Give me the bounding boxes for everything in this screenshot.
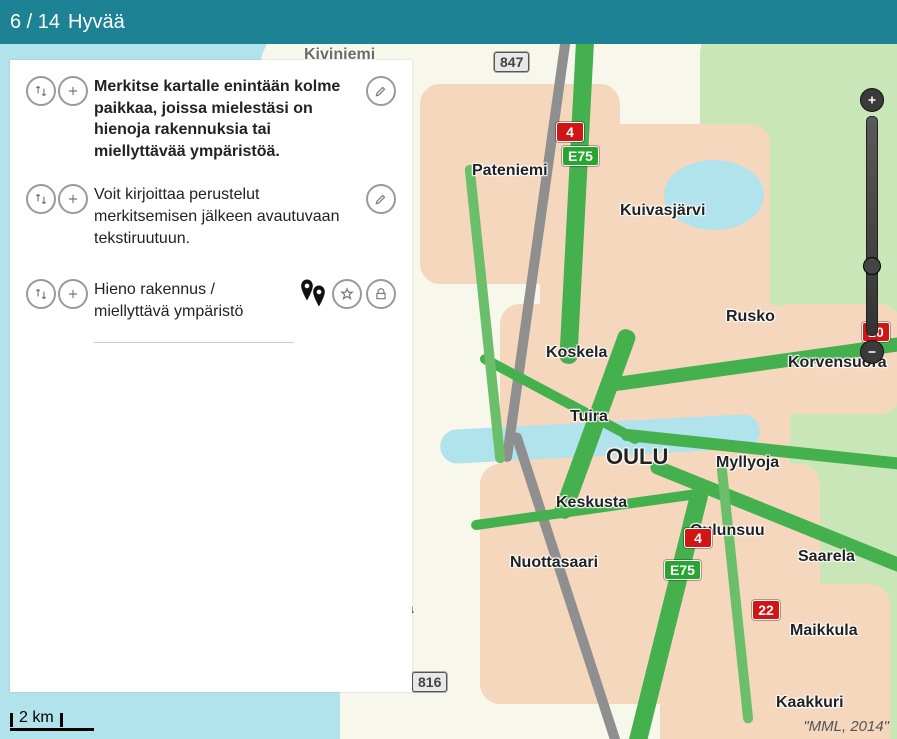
panel-row-instruction-2: Voit kirjoittaa perustelut merkitsemisen… [26, 184, 396, 249]
map-canvas[interactable]: Kiviniemi Pateniemi Kuivasjärvi Rusko Ko… [0, 44, 897, 739]
sort-icon[interactable] [26, 184, 56, 214]
panel-row-instruction-1: Merkitse kartalle enintään kolme paikkaa… [26, 76, 396, 162]
road-shield: 22 [752, 600, 780, 620]
app-root: 6 / 14 Hyvää [0, 0, 897, 739]
lock-icon[interactable] [366, 279, 396, 309]
edit-icon[interactable] [366, 76, 396, 106]
edit-icon[interactable] [366, 184, 396, 214]
map-label: Keskusta [556, 494, 627, 512]
map-label: Rusko [726, 308, 775, 326]
map-label: Pateniemi [472, 162, 548, 180]
page-title: Hyvää [68, 11, 125, 34]
instruction-text: Merkitse kartalle enintään kolme paikkaa… [94, 76, 360, 162]
road-shield: E75 [562, 146, 599, 166]
instruction-text: Voit kirjoittaa perustelut merkitsemisen… [94, 184, 360, 249]
road-shield: 847 [494, 52, 529, 72]
map-label: Myllyoja [716, 454, 779, 472]
zoom-in-button[interactable] [860, 88, 884, 112]
star-icon[interactable] [332, 279, 362, 309]
zoom-slider-track[interactable] [866, 116, 878, 336]
panel-row-marker-tool: Hieno rakennus / miellyttävä ympäristö [26, 279, 396, 343]
road-shield: E75 [664, 560, 701, 580]
marker-tool-label[interactable]: Hieno rakennus / miellyttävä ympäristö [94, 279, 294, 343]
header-bar: 6 / 14 Hyvää [0, 0, 897, 44]
map-label-city: OULU [606, 444, 668, 470]
map-label: Kaakkuri [776, 694, 844, 712]
plus-icon[interactable] [58, 76, 88, 106]
question-panel: Merkitse kartalle enintään kolme paikkaa… [10, 60, 412, 692]
road-shield: 4 [684, 528, 712, 548]
map-label: Koskela [546, 344, 607, 362]
sort-icon[interactable] [26, 76, 56, 106]
map-scale-label: 2 km [19, 709, 54, 727]
map-label: Tuira [570, 408, 608, 426]
map-label: Kuivasjärvi [620, 202, 705, 220]
zoom-control [859, 88, 885, 364]
plus-icon[interactable] [58, 184, 88, 214]
progress-indicator: 6 / 14 [10, 11, 60, 34]
map-attribution: "MML, 2014" [803, 718, 889, 735]
map-label: Maikkula [790, 622, 858, 640]
plus-icon[interactable] [58, 279, 88, 309]
zoom-out-button[interactable] [860, 340, 884, 364]
road-shield: 4 [556, 122, 584, 142]
marker-icon[interactable] [300, 279, 326, 301]
sort-icon[interactable] [26, 279, 56, 309]
map-label: Nuottasaari [510, 554, 598, 572]
map-scale: 2 km [10, 709, 63, 731]
zoom-slider-knob[interactable] [863, 257, 881, 275]
road-shield: 816 [412, 672, 447, 692]
map-label: Saarela [798, 548, 855, 566]
